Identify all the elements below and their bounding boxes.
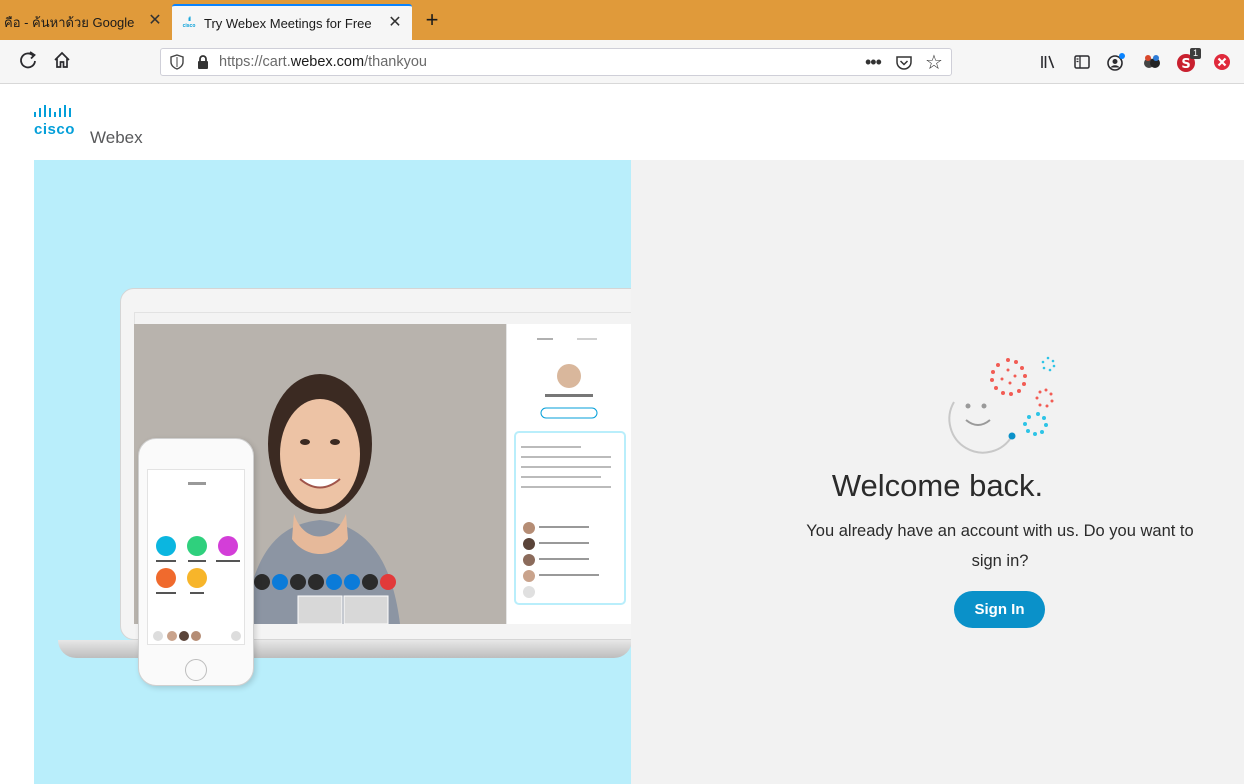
blocker-icon[interactable]	[1210, 50, 1234, 74]
welcome-message: You already have an account with us. Do …	[806, 522, 1194, 570]
smiley-fireworks-icon	[948, 356, 1056, 454]
url-bar[interactable]: https://cart.webex.com/thankyou ••• ☆	[160, 48, 952, 76]
tab-google-search[interactable]: คือ - ค้นหาด้วย Google ✕	[0, 4, 172, 40]
navigation-toolbar: https://cart.webex.com/thankyou ••• ☆ S …	[0, 40, 1244, 84]
logo-cisco-text: cisco	[34, 121, 75, 138]
meeting-sidepanel	[506, 324, 631, 624]
logo-webex-text: Webex	[90, 128, 143, 147]
page-actions-button[interactable]: •••	[865, 52, 882, 73]
new-tab-button[interactable]: +	[418, 6, 446, 34]
addon-s-icon[interactable]: S 1	[1176, 48, 1202, 74]
lock-icon[interactable]	[195, 54, 211, 70]
url-text[interactable]: https://cart.webex.com/thankyou	[219, 54, 427, 70]
phone-screen	[147, 469, 245, 645]
home-icon	[54, 51, 70, 68]
cisco-webex-logo[interactable]: cisco Webex	[34, 104, 143, 147]
close-tab-icon[interactable]: ✕	[146, 12, 164, 30]
account-icon[interactable]	[1104, 50, 1128, 74]
cisco-bars-icon	[34, 105, 71, 117]
shield-icon[interactable]	[169, 54, 185, 70]
home-button[interactable]	[50, 50, 74, 74]
phone-illustration	[138, 438, 254, 686]
sign-in-button[interactable]: Sign In	[954, 591, 1045, 628]
library-icon[interactable]	[1036, 50, 1060, 74]
reload-button[interactable]	[16, 50, 40, 74]
svg-text:S: S	[1181, 57, 1190, 72]
tab-title: คือ - ค้นหาด้วย Google	[4, 14, 135, 30]
extension-icon[interactable]	[1140, 50, 1164, 74]
sidebar-icon[interactable]	[1070, 50, 1094, 74]
extension-badge: 1	[1190, 48, 1202, 59]
welcome-heading: Welcome back.	[831, 468, 1044, 503]
bookmark-star-icon[interactable]: ☆	[925, 50, 943, 75]
reload-icon	[20, 51, 36, 69]
tab-title: Try Webex Meetings for Free | ≡	[204, 15, 376, 31]
hero-illustration-panel	[34, 160, 631, 784]
cisco-favicon-icon: ılıl cisco	[182, 17, 196, 29]
pocket-icon[interactable]	[895, 54, 913, 72]
phone-home-button	[185, 659, 207, 681]
tab-strip: คือ - ค้นหาด้วย Google ✕ ılıl cisco Try W…	[0, 0, 1244, 40]
close-tab-icon[interactable]: ✕	[386, 14, 404, 32]
tab-webex[interactable]: ılıl cisco Try Webex Meetings for Free | …	[172, 4, 412, 40]
